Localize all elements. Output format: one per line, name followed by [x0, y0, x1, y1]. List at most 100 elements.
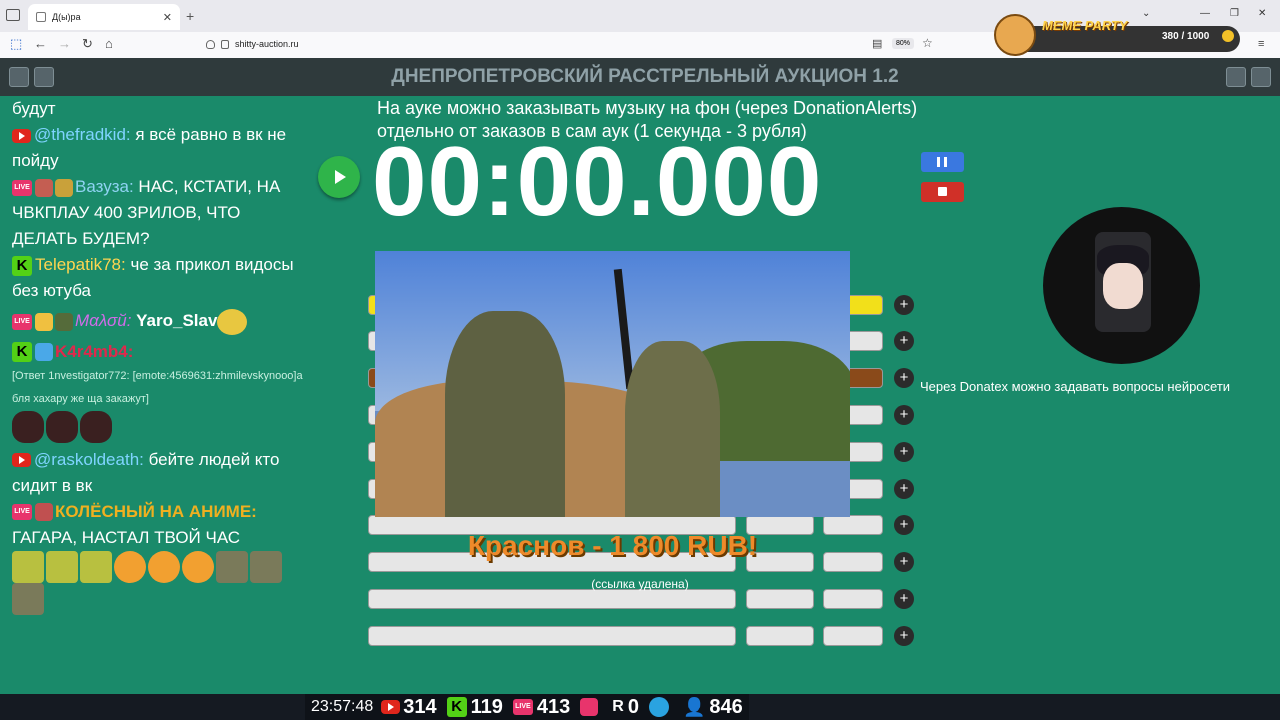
url-text: shitty-auction.ru: [235, 39, 299, 49]
chat-username: Telepatik78:: [35, 255, 126, 274]
auction-timer: 00:00.000: [372, 126, 823, 236]
tab-title: Д(ы)ра: [52, 12, 81, 22]
badge-icon: [55, 178, 73, 197]
donatex-note: Через Donatex можно задавать вопросы ней…: [920, 379, 1231, 394]
chat-username: Вазуза:: [75, 177, 134, 196]
tab-favicon-icon: [36, 12, 46, 22]
emote-icon: [80, 410, 112, 443]
add-amount-button[interactable]: +: [894, 552, 914, 572]
streamer-avatar: [1043, 207, 1200, 364]
emote-icon: [216, 550, 248, 583]
tab-list-icon[interactable]: [6, 9, 20, 21]
stop-button[interactable]: [921, 182, 964, 202]
lot-name-input[interactable]: [368, 589, 736, 609]
emote-icon: [46, 410, 78, 443]
lot-amount-input[interactable]: [746, 626, 814, 646]
youtube-icon: [12, 128, 31, 143]
lot-row: +: [368, 626, 928, 648]
emote-icon: [80, 550, 112, 583]
back-button[interactable]: ←: [34, 36, 47, 51]
forward-button[interactable]: →: [58, 36, 71, 51]
chat-message: будут: [12, 99, 56, 118]
emote-icon: [46, 550, 78, 583]
lock-icon[interactable]: [221, 39, 229, 49]
chat-message: LIVE КОЛЁСНЫЙ НА АНИМЕ: ГАГАРА, НАСТАЛ ТВ…: [0, 499, 320, 551]
chat-emotes: [0, 550, 320, 615]
telegram-icon: [648, 697, 669, 717]
chat-message: LIVE Вазуза: НАС, КСТАТИ, НА ЧВКПЛАУ 400 …: [0, 174, 320, 252]
zoom-indicator[interactable]: 80%: [892, 38, 915, 49]
play-button[interactable]: [318, 156, 360, 198]
help-button[interactable]: [1251, 67, 1271, 87]
add-amount-button[interactable]: +: [894, 479, 914, 499]
doge-icon: [994, 14, 1036, 56]
chat-panel: будут @thefradkid: я всё равно в вк не п…: [0, 96, 320, 694]
chat-username: @raskoldeath:: [34, 449, 144, 469]
chat-text: ГАГАРА, НАСТАЛ ТВОЙ ЧАС: [12, 527, 241, 547]
meme-party-count: 380 / 1000: [1162, 31, 1210, 42]
kick-icon: K: [446, 697, 467, 717]
lot-amount-input[interactable]: [746, 589, 814, 609]
chat-username: Мαλσй:: [75, 311, 132, 330]
new-tab-button[interactable]: +: [186, 8, 194, 24]
badge-icon: [35, 503, 53, 522]
donation-alert: Краснов - 1 800 RUB!: [467, 530, 758, 561]
lot-add-input[interactable]: [823, 589, 883, 609]
rutube-viewers: 0: [627, 695, 639, 718]
rutube-icon: R: [612, 698, 624, 715]
emote-icon: [217, 308, 248, 335]
reload-button[interactable]: ↻: [82, 36, 93, 52]
chat-username: K4r4mb4:: [55, 341, 134, 361]
chat-text: Yaro_Slav: [131, 311, 218, 330]
add-amount-button[interactable]: +: [894, 589, 914, 609]
meme-party-label: MEME PARTY: [1042, 18, 1128, 33]
chat-message: @raskoldeath: бейте людей кто сидит в вк: [0, 447, 320, 499]
youtube-viewers: 314: [403, 695, 437, 718]
chat-username: КОЛЁСНЫЙ НА АНИМЕ:: [55, 501, 257, 521]
close-window-button[interactable]: ✕: [1258, 8, 1266, 19]
badge-icon: [55, 312, 73, 331]
clock: 23:57:48: [311, 698, 374, 715]
youtube-icon: [381, 700, 401, 714]
chat-message-reply: [Ответ 1nvestigator772: [emote:4569631:z…: [12, 369, 303, 405]
settings-button[interactable]: [1226, 67, 1246, 87]
add-amount-button[interactable]: +: [894, 442, 914, 462]
emote-icon: [114, 550, 146, 583]
add-amount-button[interactable]: +: [894, 405, 914, 425]
badge-icon: [35, 178, 53, 197]
shield-icon[interactable]: [206, 39, 215, 49]
emote-icon: [148, 550, 180, 583]
vk-live-icon: LIVE: [12, 179, 32, 196]
sidebar-toggle-icon[interactable]: ⬚: [10, 36, 22, 52]
chat-message: K Telepatik78: че за прикол видосы без ют…: [0, 252, 320, 304]
emote-icon: [12, 550, 44, 583]
vk-viewers: 413: [536, 695, 571, 718]
vk-live-icon: LIVE: [12, 504, 32, 521]
add-amount-button[interactable]: +: [894, 368, 914, 388]
home-button[interactable]: ⌂: [105, 36, 113, 51]
donation-video[interactable]: [375, 251, 850, 517]
lot-add-input[interactable]: [823, 626, 883, 646]
coin-icon: [1222, 30, 1234, 42]
add-amount-button[interactable]: +: [894, 295, 914, 315]
pause-button[interactable]: [921, 152, 964, 172]
add-amount-button[interactable]: +: [894, 626, 914, 646]
bookmark-star-icon[interactable]: ☆: [922, 36, 933, 50]
page-title: ДНЕПРОПЕТРОВСКИЙ РАССТРЕЛЬНЫЙ АУКЦИОН 1.…: [391, 66, 899, 87]
chat-username: @thefradkid:: [34, 125, 131, 144]
lot-row: +: [368, 589, 928, 611]
reader-view-icon[interactable]: ▤: [872, 37, 882, 50]
stream-stats: 23:57:48 314 K 119 LIVE 413 R 0 👤 846: [305, 694, 749, 720]
app-menu-icon[interactable]: ≡: [1258, 38, 1264, 50]
chat-emotes: [0, 410, 320, 447]
tab-close-icon[interactable]: ✕: [163, 11, 172, 24]
add-amount-button[interactable]: +: [894, 515, 914, 535]
vk-live-icon: LIVE: [512, 699, 533, 715]
browser-tab[interactable]: Д(ы)ра ✕: [28, 4, 180, 30]
user-icon: 👤: [682, 696, 706, 717]
badge-icon: [35, 312, 53, 331]
lot-name-input[interactable]: [368, 626, 736, 646]
add-amount-button[interactable]: +: [894, 331, 914, 351]
kick-viewers: 119: [470, 695, 503, 718]
url-field[interactable]: shitty-auction.ru: [206, 34, 946, 54]
